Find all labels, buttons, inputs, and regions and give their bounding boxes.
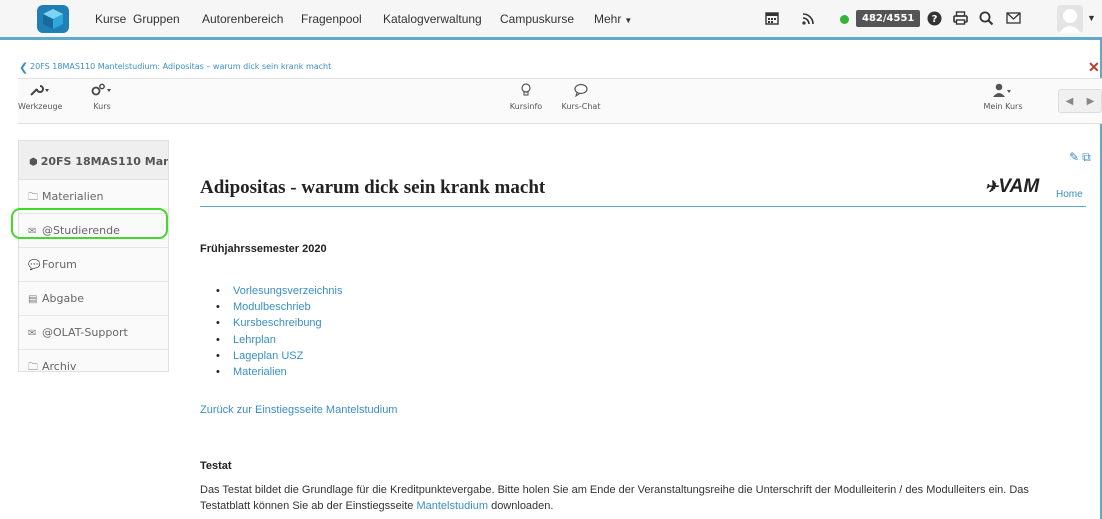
user-icon [978, 83, 1028, 99]
menu-item-label: Abgabe [42, 292, 84, 305]
mein-kurs-dropdown[interactable]: Mein Kurs [978, 83, 1028, 111]
online-status-icon[interactable] [840, 15, 849, 24]
title-divider [200, 206, 1086, 207]
menu-item-abgabe[interactable]: ▤ Abgabe [19, 282, 168, 316]
kurs-chat-label: Kurs-Chat [561, 102, 601, 111]
nav-gruppen[interactable]: Gruppen [133, 12, 180, 26]
testat-paragraph: Das Testat bildet die Grundlage für die … [200, 482, 1080, 514]
nav-mehr-label: Mehr [594, 12, 622, 26]
testat-text-2: downloaden. [488, 500, 554, 512]
course-menu-root[interactable]: ⬢20FS 18MAS110 Mantelst [19, 141, 168, 180]
edit-external-icon[interactable]: ⧉ [1082, 150, 1091, 164]
cogs-icon [80, 83, 124, 99]
lightbulb-icon [506, 83, 546, 99]
user-menu-chevron-icon[interactable]: ▼ [1087, 13, 1096, 23]
print-icon[interactable] [950, 8, 970, 28]
home-link[interactable]: Home [1056, 189, 1083, 200]
menu-item-label: Forum [42, 258, 77, 271]
rss-icon[interactable] [798, 8, 818, 28]
chevron-down-icon: ▼ [624, 16, 633, 25]
nav-fragenpool[interactable]: Fragenpool [301, 12, 362, 26]
link-lehrplan[interactable]: Lehrplan [216, 332, 342, 348]
previous-node-icon[interactable]: ◀ [1066, 96, 1074, 107]
kursinfo-button[interactable]: Kursinfo [506, 83, 546, 111]
wrench-icon [18, 83, 62, 99]
kursinfo-label: Kursinfo [509, 102, 543, 111]
menu-item-forum[interactable]: 💬 Forum [19, 248, 168, 282]
calendar-icon[interactable] [762, 8, 782, 28]
back-to-mantelstudium-link[interactable]: Zurück zur Einstiegsseite Mantelstudium [200, 404, 397, 416]
course-menu: ⬢20FS 18MAS110 Mantelst 🗀Materialien ✉@S… [18, 140, 169, 373]
back-arrow-icon[interactable]: ❮ [19, 61, 28, 74]
course-menu-title: 20FS 18MAS110 Mantelst [40, 155, 168, 168]
kurs-label: Kurs [93, 102, 111, 111]
menu-item-label: @OLAT-Support [42, 326, 128, 339]
svg-text:?: ? [931, 14, 937, 25]
next-node-icon[interactable]: ▶ [1087, 96, 1095, 107]
link-lageplan-usz[interactable]: Lageplan USZ [216, 348, 342, 364]
link-vorlesungsverzeichnis[interactable]: Vorlesungsverzeichnis [216, 283, 342, 299]
vam-logo-text: VAM [998, 176, 1040, 197]
mail-icon[interactable] [1003, 8, 1023, 28]
course-link-list: Vorlesungsverzeichnis Modulbeschrieb Kur… [216, 283, 342, 380]
breadcrumb-course-link[interactable]: 20FS 18MAS110 Mantelstudium: Adipositas … [30, 62, 331, 71]
vam-logo: ✈VAM [985, 176, 1039, 198]
semester-heading: Frühjahrssemester 2020 [200, 243, 327, 255]
werkzeuge-label: Werkzeuge [18, 102, 63, 111]
menu-item-label: Archiv [42, 360, 77, 373]
testat-text-1: Das Testat bildet die Grundlage für die … [200, 484, 1029, 512]
testat-heading: Testat [200, 460, 232, 472]
dropbox-icon: ▤ [28, 294, 38, 305]
werkzeuge-dropdown[interactable]: Werkzeuge [18, 83, 62, 111]
course-toolbar: Werkzeuge Kurs Kursinfo Kurs-Chat Mein K… [18, 78, 1102, 124]
nav-mehr-menu[interactable]: Mehr ▼ [594, 12, 632, 26]
user-avatar[interactable] [1057, 5, 1083, 33]
nav-autorenbereich[interactable]: Autorenbereich [202, 12, 283, 26]
course-cube-icon: ⬢ [29, 157, 38, 168]
edit-icon[interactable]: ✎ [1069, 150, 1079, 164]
folder-icon: 🗀 [28, 192, 38, 203]
menu-item-label: Materialien [42, 190, 104, 203]
forum-icon: 💬 [28, 260, 41, 271]
folder-icon: 🗀 [28, 362, 38, 373]
nav-katalogverwaltung[interactable]: Katalogverwaltung [383, 12, 482, 26]
chat-bubble-icon [558, 83, 604, 99]
link-kursbeschreibung[interactable]: Kursbeschreibung [216, 315, 342, 331]
olat-logo-icon[interactable] [36, 4, 70, 34]
kurs-chat-button[interactable]: Kurs-Chat [558, 83, 604, 111]
online-user-counter[interactable]: 482/4551 [856, 10, 921, 27]
breadcrumb: ❮ 20FS 18MAS110 Mantelstudium: Adiposita… [18, 59, 1102, 77]
close-icon[interactable]: ✕ [1088, 59, 1100, 76]
mein-kurs-label: Mein Kurs [983, 102, 1023, 111]
link-materialien[interactable]: Materialien [216, 364, 342, 380]
top-navigation-bar: Kurse Gruppen Autorenbereich Fragenpool … [0, 0, 1102, 40]
help-icon[interactable]: ? [924, 8, 944, 28]
edit-icons: ✎ ⧉ [1069, 150, 1091, 165]
kurs-dropdown[interactable]: Kurs [80, 83, 124, 111]
mail-icon: ✉ [28, 328, 37, 339]
nav-campuskurse[interactable]: Campuskurse [500, 12, 574, 26]
link-modulbeschrieb[interactable]: Modulbeschrieb [216, 299, 342, 315]
vam-runner-icon: ✈ [985, 179, 999, 196]
nav-kurse[interactable]: Kurse [95, 12, 126, 26]
page-title: Adipositas - warum dick sein krank macht [200, 177, 546, 198]
search-icon[interactable] [976, 8, 996, 28]
course-node-navigation: ◀ ▶ [1058, 89, 1102, 113]
annotation-highlight-circle [11, 208, 168, 239]
menu-item-olat-support[interactable]: ✉ @OLAT-Support [19, 316, 168, 350]
menu-item-archiv[interactable]: 🗀 Archiv [19, 350, 168, 384]
mantelstudium-link[interactable]: Mantelstudium [416, 500, 488, 512]
